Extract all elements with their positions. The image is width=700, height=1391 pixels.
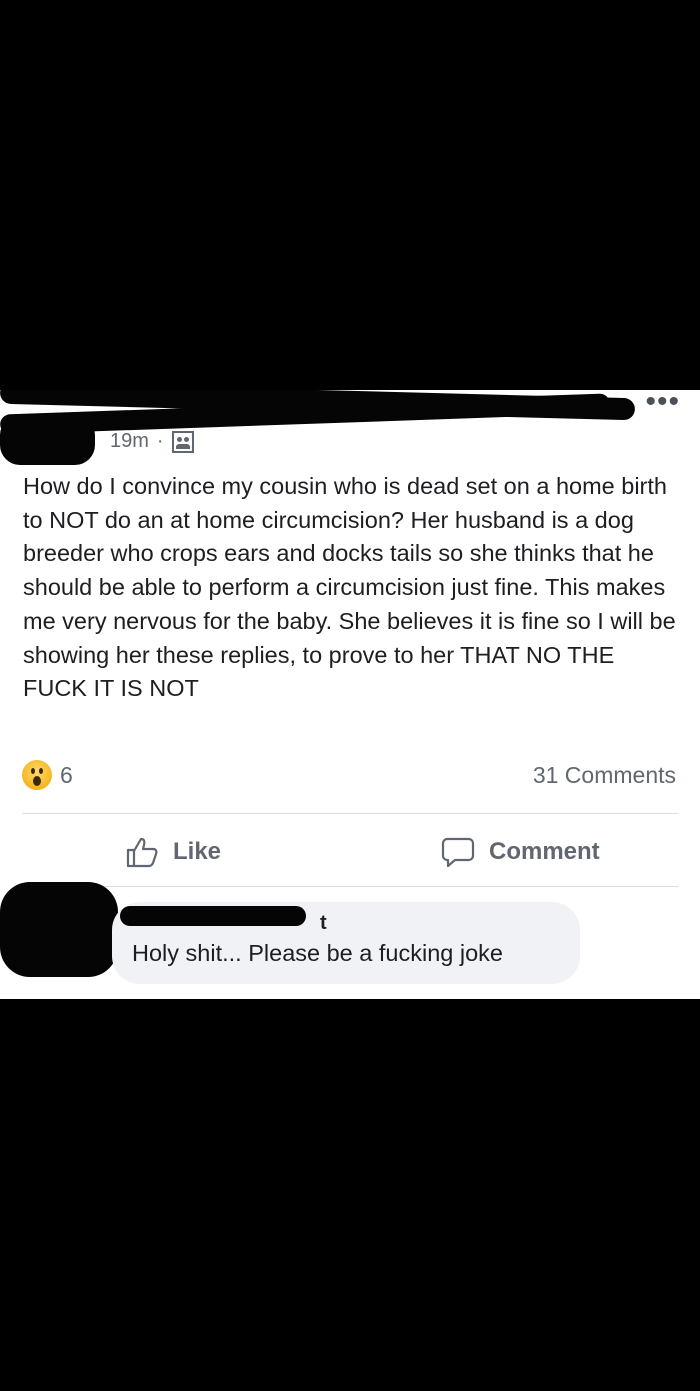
reaction-count: 6 — [60, 761, 73, 788]
comments-count-link[interactable]: 31 Comments — [533, 762, 676, 789]
comment-button[interactable]: Comment — [441, 835, 600, 869]
redacted-commenter-name — [120, 906, 306, 926]
like-label: Like — [173, 838, 222, 865]
facebook-post-card: ••• 19m · How do I convince my cousin wh… — [0, 390, 700, 999]
like-button[interactable]: Like — [125, 835, 221, 869]
divider-bottom — [22, 886, 678, 887]
meta-separator: · — [156, 430, 164, 452]
redacted-commenter-avatar — [0, 882, 118, 977]
post-timestamp[interactable]: 19m — [110, 430, 149, 453]
divider-top — [22, 813, 678, 814]
post-meta: 19m · — [110, 430, 194, 453]
post-body-text: How do I convince my cousin who is dead … — [23, 473, 676, 702]
comment-bubble: t Holy shit... Please be a fucking joke — [112, 902, 580, 984]
thumbs-up-icon — [126, 837, 158, 868]
commenter-name-fragment: t — [320, 912, 327, 934]
wow-reaction-icon — [22, 760, 52, 790]
comment-label: Comment — [489, 838, 600, 865]
redacted-avatar — [0, 415, 95, 465]
comment-icon — [441, 837, 475, 868]
friends-icon — [171, 430, 194, 453]
comment-text: Holy shit... Please be a fucking joke — [132, 940, 503, 966]
reaction-summary[interactable]: 6 — [22, 760, 73, 790]
more-options-icon[interactable]: ••• — [645, 390, 680, 414]
